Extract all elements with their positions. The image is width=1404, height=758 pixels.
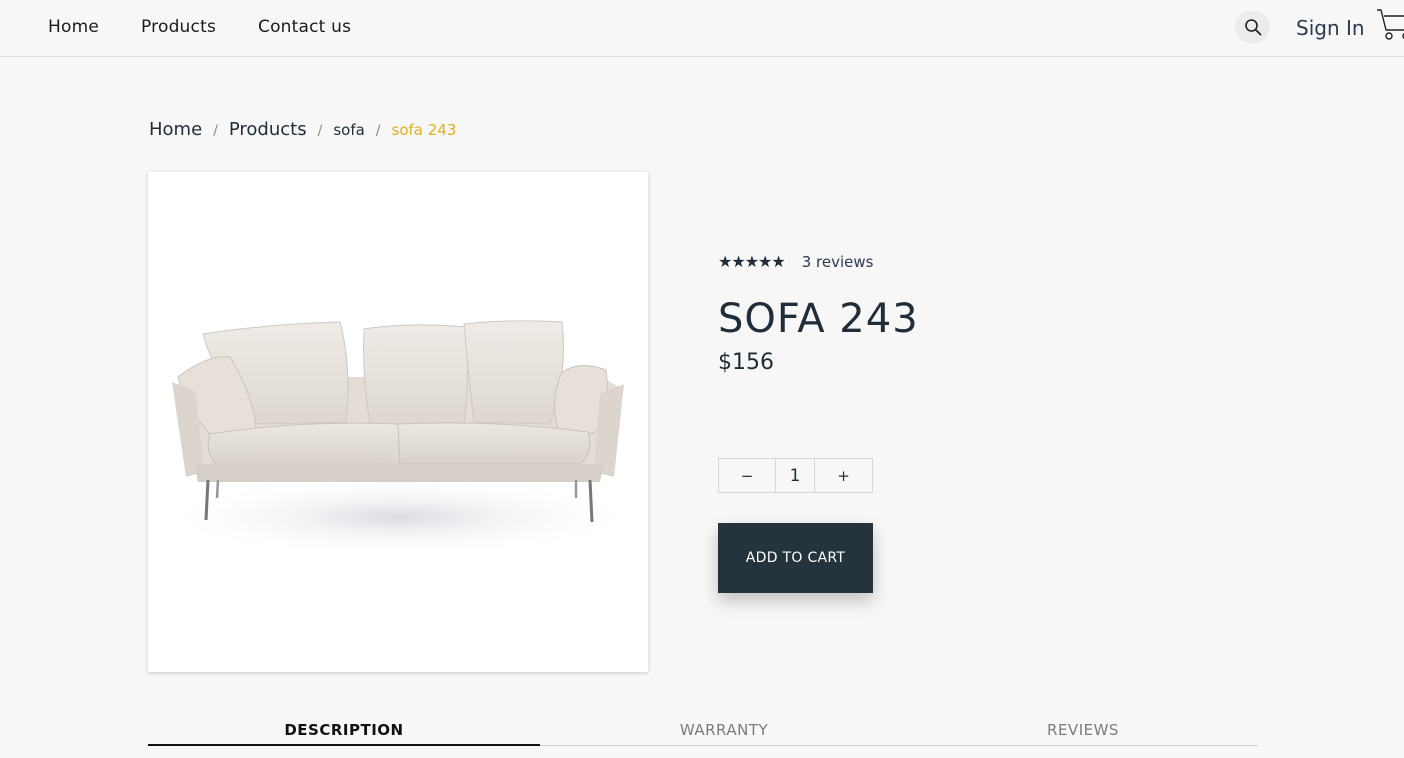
search-icon	[1244, 19, 1261, 36]
sign-in-link[interactable]: Sign In	[1296, 16, 1365, 40]
nav-products-link[interactable]: Products	[141, 17, 216, 37]
sofa-image	[158, 320, 638, 557]
breadcrumb-separator: /	[213, 123, 218, 139]
decrease-quantity-button[interactable]: −	[719, 459, 775, 492]
add-to-cart-button[interactable]: ADD TO CART	[718, 523, 873, 593]
cart-button[interactable]	[1376, 8, 1404, 42]
cart-icon	[1377, 9, 1404, 40]
search-button[interactable]	[1235, 11, 1270, 43]
breadcrumb-products[interactable]: Products	[229, 119, 307, 140]
breadcrumb-separator: /	[317, 123, 323, 139]
product-tabs: DESCRIPTION WARRANTY REVIEWS	[148, 718, 1258, 746]
tab-description[interactable]: DESCRIPTION	[148, 721, 540, 746]
product-title: SOFA 243	[718, 296, 919, 342]
breadcrumb-home[interactable]: Home	[149, 119, 202, 140]
product-price: $156	[718, 350, 774, 375]
nav-contact-link[interactable]: Contact us	[258, 17, 351, 37]
quantity-stepper: − 1 +	[718, 458, 873, 493]
reviews-count-link[interactable]: 3 reviews	[802, 253, 874, 271]
breadcrumb: Home / Products / sofa / sofa 243	[149, 119, 456, 140]
top-navbar: Home Products Contact us Sign In	[0, 0, 1404, 57]
breadcrumb-category[interactable]: sofa	[333, 121, 364, 139]
tab-reviews[interactable]: REVIEWS	[908, 721, 1258, 739]
breadcrumb-separator: /	[375, 123, 381, 139]
nav-home-link[interactable]: Home	[48, 17, 99, 37]
breadcrumb-current: sofa 243	[391, 121, 457, 139]
product-image	[148, 172, 648, 672]
rating-stars: ★★★★★	[718, 252, 786, 271]
quantity-value[interactable]: 1	[775, 459, 815, 492]
tab-warranty[interactable]: WARRANTY	[540, 721, 908, 739]
increase-quantity-button[interactable]: +	[815, 459, 872, 492]
product-rating: ★★★★★ 3 reviews	[718, 252, 873, 271]
